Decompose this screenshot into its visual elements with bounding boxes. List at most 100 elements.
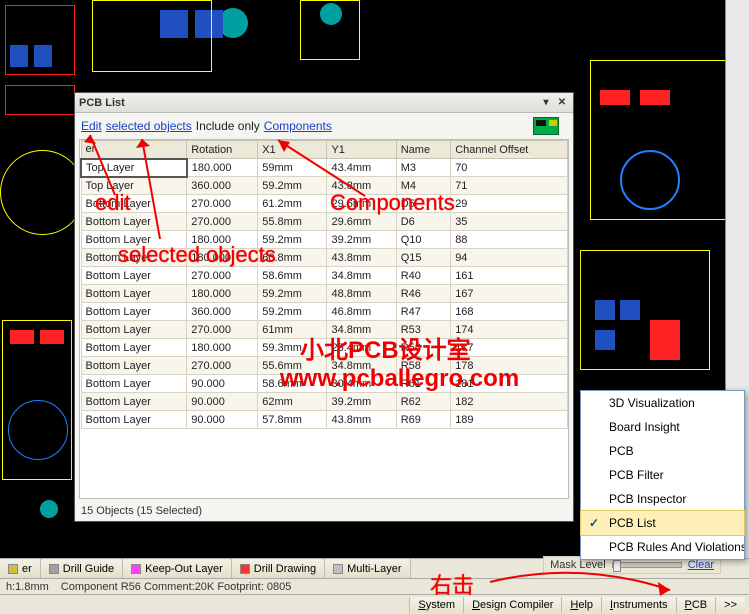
panel-titlebar[interactable]: PCB List ▾ ✕ — [75, 93, 573, 113]
col-header[interactable]: X1 — [258, 141, 327, 159]
cell[interactable]: Bottom Layer — [81, 357, 187, 375]
cell[interactable]: 59.3mm — [258, 339, 327, 357]
cell[interactable]: 270.000 — [187, 195, 258, 213]
cell[interactable]: 180.000 — [187, 231, 258, 249]
filter-edit-link[interactable]: Edit — [81, 119, 102, 133]
table-row[interactable]: Top Layer180.00059mm43.4mmM370 — [81, 159, 568, 177]
cell[interactable]: Bottom Layer — [81, 393, 187, 411]
cell[interactable]: 29.6mm — [327, 213, 396, 231]
cell[interactable]: D6 — [396, 213, 450, 231]
col-header[interactable]: Rotation — [187, 141, 258, 159]
cell[interactable]: 178 — [451, 357, 568, 375]
ctx-item[interactable]: PCB Filter — [581, 463, 744, 487]
cell[interactable]: Bottom Layer — [81, 195, 187, 213]
cell[interactable]: Top Layer — [81, 177, 187, 195]
cell[interactable]: 34.8mm — [327, 321, 396, 339]
cell[interactable]: Bottom Layer — [81, 285, 187, 303]
cell[interactable]: 270.000 — [187, 213, 258, 231]
cell[interactable]: Bottom Layer — [81, 375, 187, 393]
cell[interactable]: 55.8mm — [258, 213, 327, 231]
cell[interactable]: 46.8mm — [327, 303, 396, 321]
cell[interactable]: 30.4mm — [327, 375, 396, 393]
cell[interactable]: 88 — [451, 231, 568, 249]
grid-wrap[interactable]: erRotationX1Y1NameChannel Offset Top Lay… — [79, 139, 569, 499]
table-row[interactable]: Bottom Layer180.00059.2mm39.2mmQ1088 — [81, 231, 568, 249]
cell[interactable]: 189 — [451, 411, 568, 429]
cell[interactable]: 25.4mm — [327, 339, 396, 357]
cell[interactable]: Bottom Layer — [81, 321, 187, 339]
cell[interactable]: 94 — [451, 249, 568, 267]
ctx-item[interactable]: 3D Visualization — [581, 391, 744, 415]
ctx-item[interactable]: ✓PCB List — [580, 510, 745, 536]
cell[interactable]: 360.000 — [187, 177, 258, 195]
cell[interactable]: Q10 — [396, 231, 450, 249]
col-header[interactable]: Y1 — [327, 141, 396, 159]
cell[interactable]: 58.6mm — [258, 267, 327, 285]
bottom-menu-button[interactable]: >> — [715, 597, 745, 613]
cell[interactable]: 29 — [451, 195, 568, 213]
mask-slider[interactable] — [612, 562, 682, 568]
cell[interactable]: 34.8mm — [327, 267, 396, 285]
cell[interactable]: Bottom Layer — [81, 231, 187, 249]
table-row[interactable]: Bottom Layer90.00057.8mm43.8mmR69189 — [81, 411, 568, 429]
cell[interactable]: 34.8mm — [327, 357, 396, 375]
table-row[interactable]: Bottom Layer270.00061mm34.8mmR53174 — [81, 321, 568, 339]
cell[interactable]: Bottom Layer — [81, 213, 187, 231]
bottom-menubar[interactable]: SystemDesign CompilerHelpInstrumentsPCB>… — [0, 594, 749, 614]
cell[interactable]: 174 — [451, 321, 568, 339]
table-row[interactable]: Bottom Layer90.00058.6mm30.4mmR61181 — [81, 375, 568, 393]
cell[interactable]: Top Layer — [81, 159, 187, 177]
col-header[interactable]: er — [81, 141, 187, 159]
cell[interactable]: 71 — [451, 177, 568, 195]
panel-dropdown-icon[interactable]: ▾ — [539, 96, 553, 110]
cell[interactable]: 43.8mm — [327, 249, 396, 267]
table-row[interactable]: Bottom Layer270.00061.2mm29.6mmD529 — [81, 195, 568, 213]
cell[interactable]: R47 — [396, 303, 450, 321]
bottom-menu-button[interactable]: Instruments — [601, 597, 675, 613]
cell[interactable]: 360.000 — [187, 303, 258, 321]
cell[interactable]: 61mm — [258, 321, 327, 339]
cell[interactable]: Bottom Layer — [81, 411, 187, 429]
bottom-menu-button[interactable]: PCB — [676, 597, 716, 613]
table-row[interactable]: Top Layer360.00059.2mm43.8mmM471 — [81, 177, 568, 195]
layer-tab[interactable]: Multi-Layer — [325, 559, 410, 578]
cell[interactable]: 35 — [451, 213, 568, 231]
table-row[interactable]: Bottom Layer180.00059.3mm25.4mmR56177 — [81, 339, 568, 357]
cell[interactable]: R40 — [396, 267, 450, 285]
cell[interactable]: 62mm — [258, 393, 327, 411]
cell[interactable]: 55.6mm — [258, 357, 327, 375]
cell[interactable]: 270.000 — [187, 267, 258, 285]
table-row[interactable]: Bottom Layer270.00055.6mm34.8mmR58178 — [81, 357, 568, 375]
ctx-item[interactable]: PCB Rules And Violations — [581, 535, 744, 559]
cell[interactable]: 90.000 — [187, 375, 258, 393]
filter-selected-link[interactable]: selected objects — [106, 119, 192, 133]
layer-tab[interactable]: Drill Guide — [41, 559, 123, 578]
cell[interactable]: 58.6mm — [258, 375, 327, 393]
pcb-context-menu[interactable]: 3D VisualizationBoard InsightPCBPCB Filt… — [580, 390, 745, 560]
panel-close-icon[interactable]: ✕ — [555, 96, 569, 110]
table-row[interactable]: Bottom Layer90.00062mm39.2mmR62182 — [81, 393, 568, 411]
cell[interactable]: 43.8mm — [327, 177, 396, 195]
cell[interactable]: 29.6mm — [327, 195, 396, 213]
cell[interactable]: R46 — [396, 285, 450, 303]
cell[interactable]: 70 — [451, 159, 568, 177]
ctx-item[interactable]: Board Insight — [581, 415, 744, 439]
cell[interactable]: 59.2mm — [258, 231, 327, 249]
cell[interactable]: 90.000 — [187, 393, 258, 411]
cell[interactable]: 180.000 — [187, 285, 258, 303]
cell[interactable]: 182 — [451, 393, 568, 411]
cell[interactable]: 61.2mm — [258, 195, 327, 213]
table-row[interactable]: Bottom Layer180.00059.2mm48.8mmR46167 — [81, 285, 568, 303]
cell[interactable]: 90.000 — [187, 411, 258, 429]
cell[interactable]: 59mm — [258, 159, 327, 177]
cell[interactable]: 270.000 — [187, 357, 258, 375]
cell[interactable]: 39.2mm — [327, 231, 396, 249]
cell[interactable]: 57.8mm — [258, 411, 327, 429]
filter-components-link[interactable]: Components — [264, 119, 332, 133]
cell[interactable]: Bottom Layer — [81, 267, 187, 285]
layer-tab[interactable]: Keep-Out Layer — [123, 559, 232, 578]
bottom-menu-button[interactable]: Help — [561, 597, 601, 613]
mask-clear[interactable]: Clear — [688, 559, 714, 571]
cell[interactable]: R62 — [396, 393, 450, 411]
cell[interactable]: R69 — [396, 411, 450, 429]
